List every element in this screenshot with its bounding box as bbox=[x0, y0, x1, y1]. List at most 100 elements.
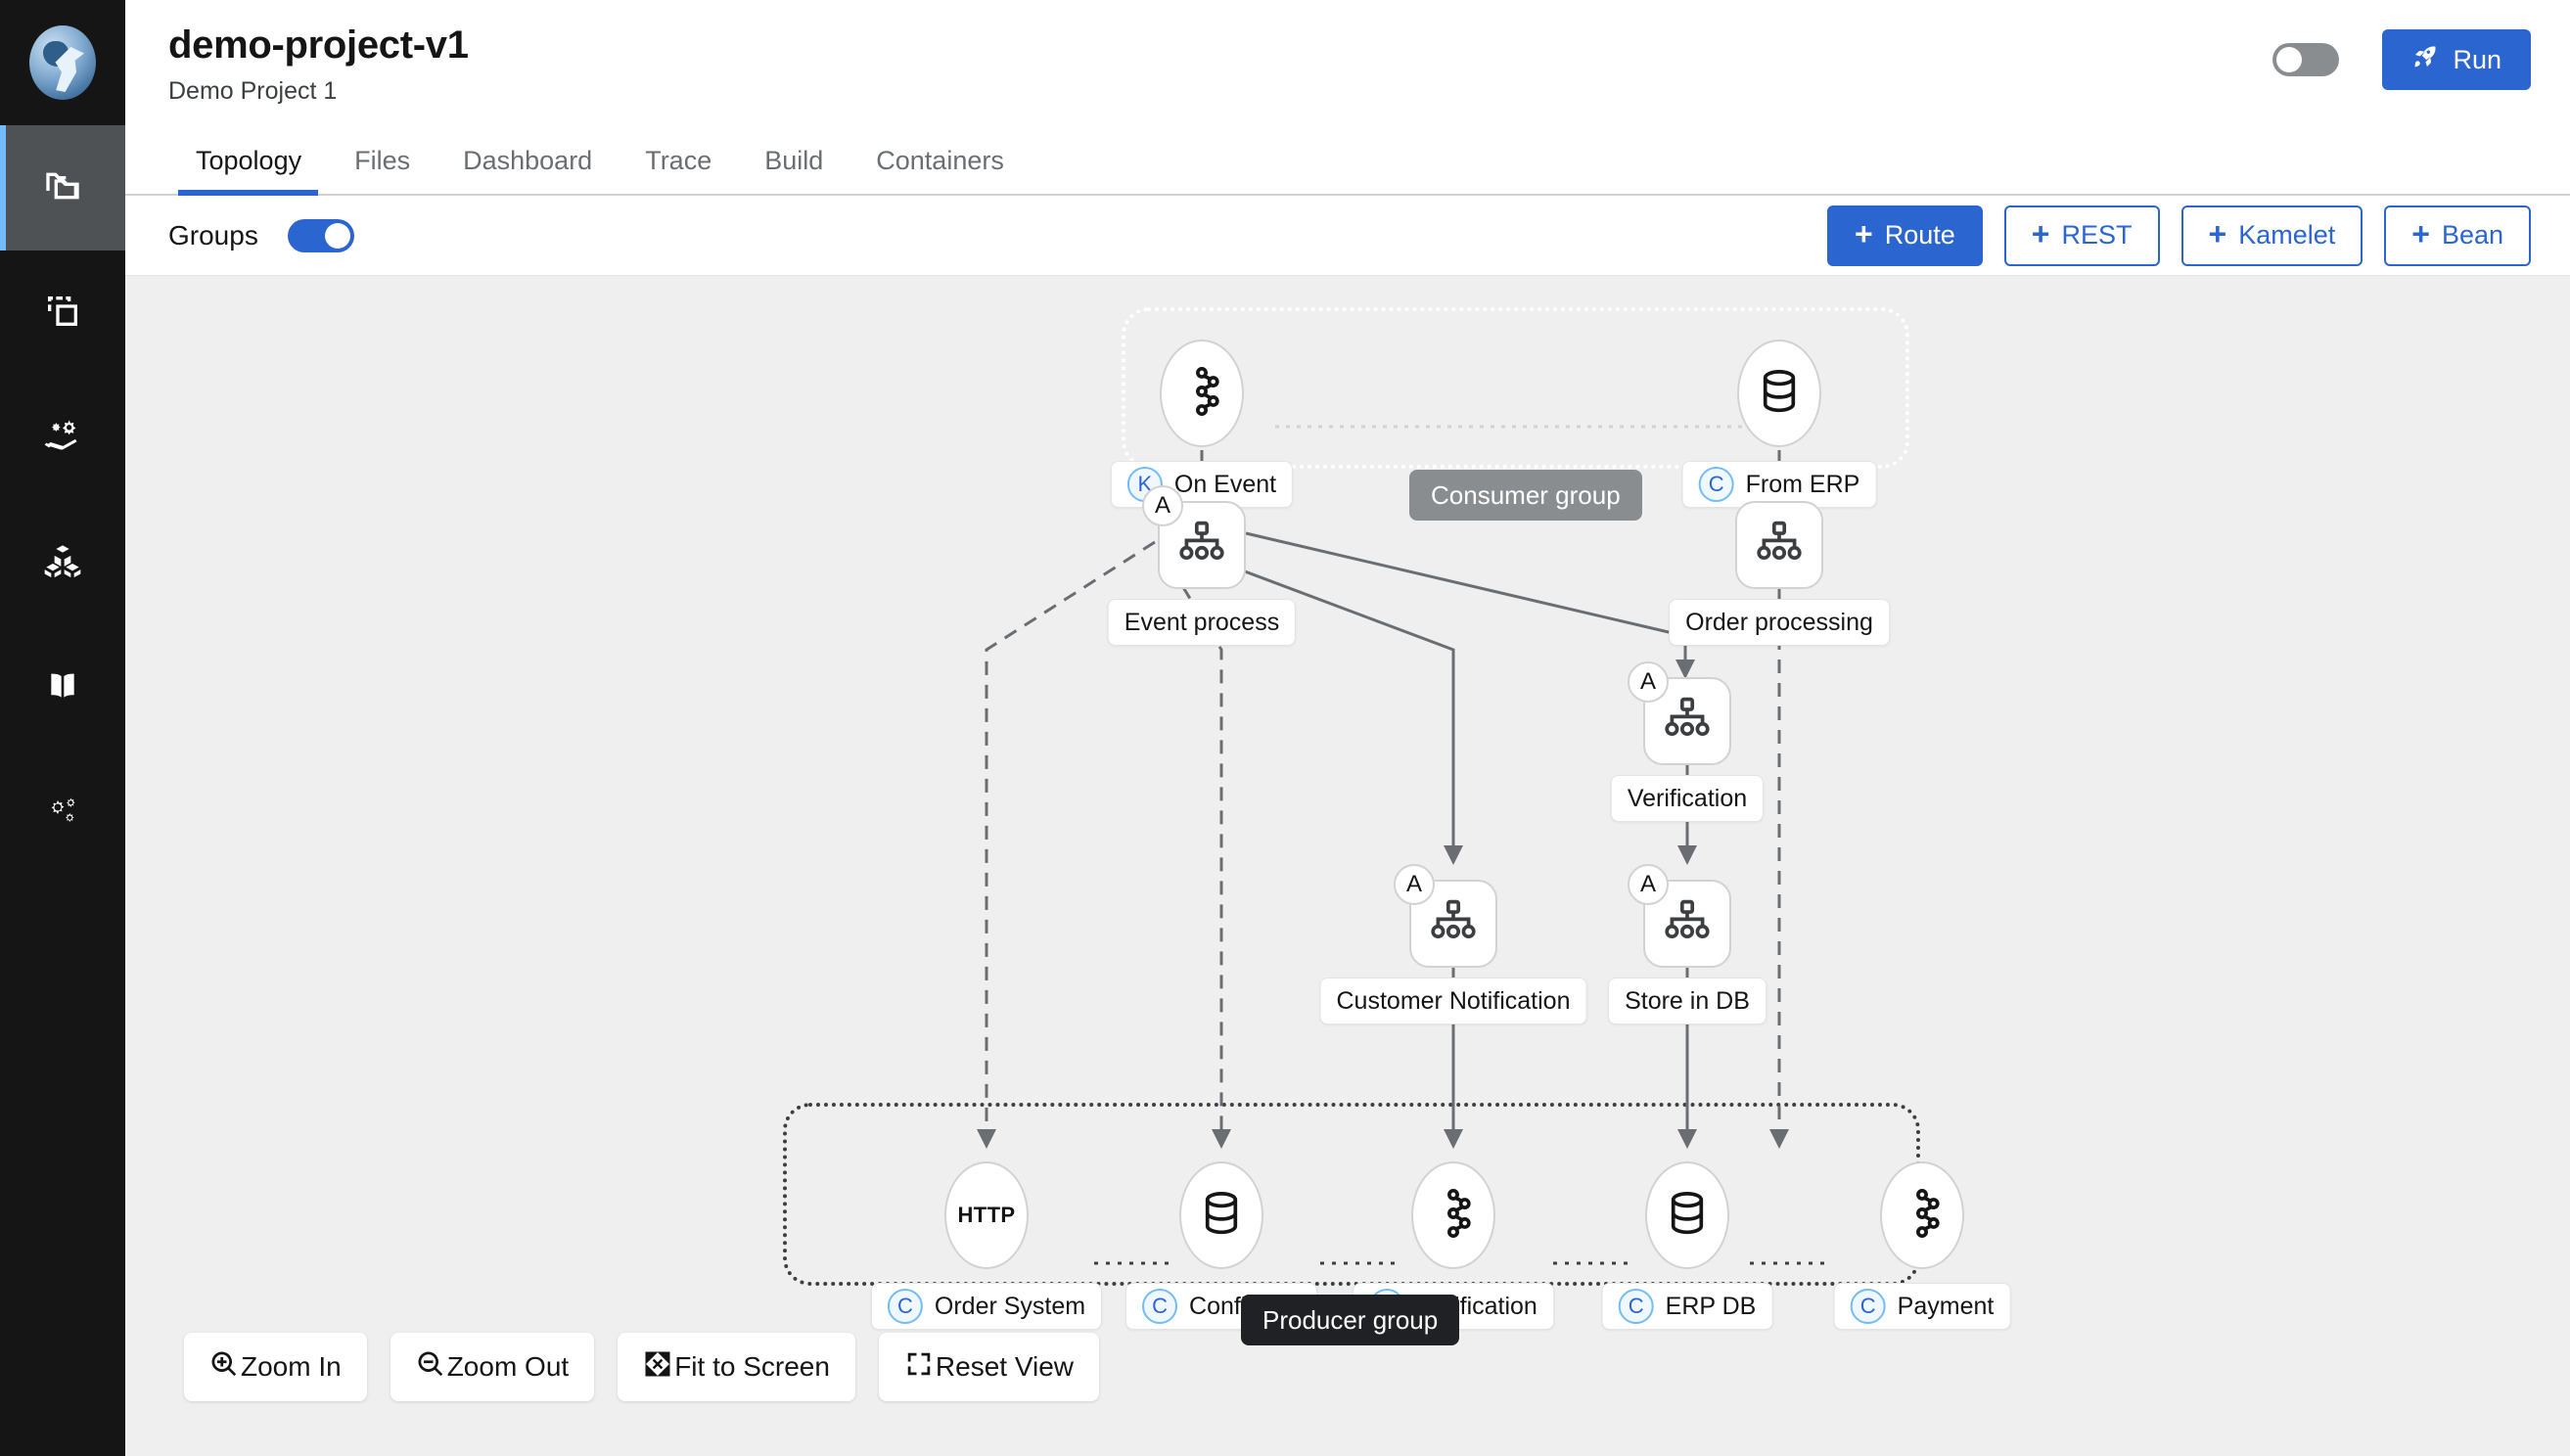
topology-canvas[interactable]: K On Event C From ERP A Event process Or… bbox=[125, 276, 2570, 1456]
groups-label: Groups bbox=[168, 219, 258, 250]
node-store-in-db[interactable]: A Store in DB bbox=[1608, 864, 1767, 1024]
fit-to-screen-button[interactable]: Fit to Screen bbox=[618, 1333, 855, 1401]
node-shape[interactable]: A bbox=[1628, 661, 1731, 765]
node-shape[interactable]: A bbox=[1394, 864, 1497, 968]
consumer-group-tag: Consumer group bbox=[1409, 470, 1642, 521]
node-shape[interactable] bbox=[1735, 501, 1823, 589]
groups-toggle[interactable] bbox=[287, 218, 354, 252]
tab-containers[interactable]: Containers bbox=[849, 127, 1031, 194]
node-shape[interactable]: HTTP bbox=[944, 1161, 1029, 1269]
node-shape[interactable]: A bbox=[1628, 864, 1731, 968]
dev-mode-toggle[interactable] bbox=[2272, 43, 2340, 76]
node-shape[interactable] bbox=[1160, 340, 1244, 447]
database-icon bbox=[1662, 1188, 1713, 1244]
node-label-order-system: C Order System bbox=[870, 1283, 1103, 1330]
page-header: demo-project-v1 Demo Project 1 Run bbox=[125, 0, 2570, 127]
tab-dashboard[interactable]: Dashboard bbox=[436, 127, 619, 194]
zoom-out-icon bbox=[416, 1349, 445, 1386]
topology-edges bbox=[977, 425, 1830, 1265]
node-label-erp-db: C ERP DB bbox=[1601, 1283, 1773, 1330]
sidebar-item-configuration[interactable] bbox=[0, 751, 125, 877]
node-on-event[interactable]: K On Event bbox=[1110, 340, 1294, 508]
toolbar-actions: + Route + REST + Kamelet + Bean bbox=[1827, 205, 2531, 266]
node-order-processing[interactable]: Order processing bbox=[1669, 501, 1890, 646]
node-payment[interactable]: C Payment bbox=[1833, 1161, 2011, 1330]
topology-toolbar: Groups + Route + REST + Kamelet + Bean bbox=[125, 196, 2570, 276]
sidebar-item-knowledgebase[interactable] bbox=[0, 626, 125, 751]
node-shape[interactable] bbox=[1179, 1161, 1263, 1269]
node-shape[interactable]: A bbox=[1142, 485, 1246, 589]
copy-icon bbox=[43, 292, 82, 336]
reset-view-icon bbox=[904, 1349, 934, 1386]
tab-files[interactable]: Files bbox=[328, 127, 436, 194]
header-actions: Run bbox=[2272, 29, 2531, 90]
route-icon bbox=[1428, 896, 1479, 952]
plus-icon: + bbox=[2031, 216, 2050, 251]
page-title: demo-project-v1 bbox=[168, 23, 469, 67]
main-content: demo-project-v1 Demo Project 1 Run Topol… bbox=[125, 0, 2570, 1456]
application-window: demo-project-v1 Demo Project 1 Run Topol… bbox=[0, 0, 2570, 1456]
node-label-text: Order System bbox=[934, 1292, 1086, 1320]
toggle-knob bbox=[2276, 47, 2303, 72]
node-verification[interactable]: A Verification bbox=[1610, 661, 1765, 822]
run-button[interactable]: Run bbox=[2382, 29, 2531, 90]
node-label-payment: C Payment bbox=[1833, 1283, 2011, 1330]
node-shape[interactable] bbox=[1737, 340, 1821, 447]
gears-icon bbox=[43, 793, 82, 837]
node-label-text: From ERP bbox=[1745, 470, 1860, 498]
add-route-button[interactable]: + Route bbox=[1827, 205, 1983, 266]
reset-view-label: Reset View bbox=[935, 1351, 1075, 1382]
add-kamelet-label: Kamelet bbox=[2238, 220, 2336, 250]
route-icon bbox=[1662, 694, 1713, 750]
fit-to-screen-label: Fit to Screen bbox=[674, 1351, 830, 1382]
node-shape[interactable] bbox=[1880, 1161, 1964, 1269]
node-notification[interactable]: C Notification bbox=[1353, 1161, 1554, 1330]
zoom-out-button[interactable]: Zoom Out bbox=[390, 1333, 595, 1401]
node-label-verification: Verification bbox=[1610, 775, 1765, 822]
producer-group-tag: Producer group bbox=[1241, 1295, 1460, 1345]
node-from-erp[interactable]: C From ERP bbox=[1681, 340, 1877, 508]
node-event-process[interactable]: A Event process bbox=[1107, 485, 1297, 646]
add-route-label: Route bbox=[1884, 220, 1955, 250]
main-sidebar bbox=[0, 0, 125, 1456]
node-label-text: On Event bbox=[1173, 470, 1277, 498]
node-shape[interactable] bbox=[1411, 1161, 1495, 1269]
services-hand-gear-icon bbox=[43, 417, 82, 461]
node-chip-component: C bbox=[1142, 1289, 1178, 1324]
node-order-system[interactable]: HTTP C Order System bbox=[870, 1161, 1103, 1330]
sidebar-item-containers[interactable] bbox=[0, 501, 125, 626]
route-icon bbox=[1176, 518, 1227, 573]
node-badge-auto: A bbox=[1628, 864, 1669, 905]
node-chip-component: C bbox=[1698, 467, 1734, 502]
node-badge-auto: A bbox=[1628, 661, 1669, 703]
node-label-text: ERP DB bbox=[1665, 1292, 1757, 1320]
node-config-db[interactable]: C Config DB bbox=[1125, 1161, 1317, 1330]
node-shape[interactable] bbox=[1645, 1161, 1729, 1269]
folders-icon bbox=[43, 166, 82, 210]
app-logo[interactable] bbox=[0, 0, 125, 125]
add-kamelet-button[interactable]: + Kamelet bbox=[2180, 205, 2363, 266]
tab-topology[interactable]: Topology bbox=[168, 127, 328, 196]
topology-graph: K On Event C From ERP A Event process Or… bbox=[125, 276, 2570, 1456]
tab-build[interactable]: Build bbox=[738, 127, 849, 194]
tab-trace[interactable]: Trace bbox=[619, 127, 738, 194]
node-badge-auto: A bbox=[1142, 485, 1183, 526]
rocket-icon bbox=[2411, 43, 2439, 77]
sidebar-item-templates[interactable] bbox=[0, 250, 125, 376]
node-customer-notification[interactable]: A Customer Notification bbox=[1319, 864, 1587, 1024]
header-titles: demo-project-v1 Demo Project 1 bbox=[168, 16, 469, 106]
book-icon bbox=[43, 667, 82, 711]
zoom-in-button[interactable]: Zoom In bbox=[184, 1333, 367, 1401]
add-bean-button[interactable]: + Bean bbox=[2384, 205, 2531, 266]
kafka-icon bbox=[1897, 1188, 1948, 1244]
add-rest-label: REST bbox=[2061, 220, 2133, 250]
node-erp-db[interactable]: C ERP DB bbox=[1601, 1161, 1773, 1330]
add-rest-button[interactable]: + REST bbox=[2003, 205, 2160, 266]
sidebar-item-services[interactable] bbox=[0, 376, 125, 501]
reset-view-button[interactable]: Reset View bbox=[878, 1333, 1100, 1401]
plus-icon: + bbox=[2411, 216, 2430, 251]
route-icon bbox=[1662, 896, 1713, 952]
add-bean-label: Bean bbox=[2441, 220, 2503, 250]
sidebar-item-projects[interactable] bbox=[0, 125, 125, 250]
node-label-store-in-db: Store in DB bbox=[1608, 978, 1767, 1024]
